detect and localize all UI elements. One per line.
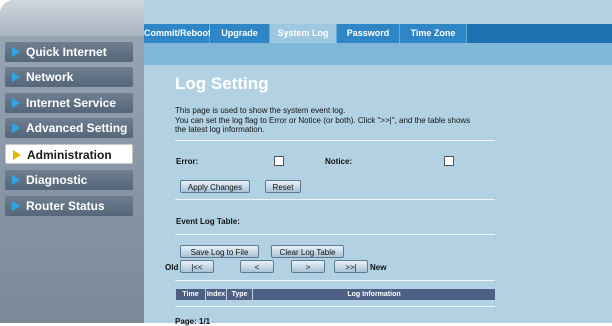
sidebar-item-network[interactable]: Network <box>5 67 133 87</box>
sidebar-item-label: Advanced Setting <box>26 121 128 135</box>
divider <box>175 306 495 307</box>
tab-system-log[interactable]: System Log <box>270 24 337 43</box>
column-header-time: Time <box>176 289 206 300</box>
prev-page-button[interactable]: < <box>240 260 274 273</box>
notice-checkbox[interactable] <box>444 156 454 166</box>
clear-log-button[interactable]: Clear Log Table <box>271 245 344 258</box>
content-area: Log Setting This page is used to show th… <box>144 65 612 326</box>
tab-bar: Commit/Reboot Upgrade System Log Passwor… <box>144 24 612 43</box>
arrow-right-icon <box>13 150 21 160</box>
sidebar: Quick Internet Setup Network Internet Se… <box>0 0 144 323</box>
divider <box>175 199 495 200</box>
first-page-button[interactable]: |<< <box>180 260 214 273</box>
top-bar <box>144 0 612 24</box>
router-admin-window: Quick Internet Setup Network Internet Se… <box>0 0 612 326</box>
error-label: Error: <box>176 157 199 166</box>
column-header-index: Index <box>206 289 227 300</box>
sidebar-item-label: Administration <box>27 148 112 162</box>
tab-commit-reboot[interactable]: Commit/Reboot <box>144 24 211 43</box>
divider <box>175 140 495 141</box>
arrow-right-icon <box>12 201 20 211</box>
event-log-table-label: Event Log Table: <box>176 217 240 226</box>
sidebar-item-quick-internet-setup[interactable]: Quick Internet Setup <box>5 42 133 79</box>
sidebar-item-label: Router Status <box>26 199 105 213</box>
description-line: You can set the log flag to Error or Not… <box>175 115 471 125</box>
sub-bar <box>144 43 612 65</box>
notice-label: Notice: <box>325 157 353 166</box>
next-page-button[interactable]: > <box>291 260 325 273</box>
description-line: the latest log information. <box>175 125 265 134</box>
last-page-button[interactable]: >>| <box>334 260 368 273</box>
divider <box>175 234 495 235</box>
description-line: This page is used to show the system eve… <box>175 106 346 115</box>
arrow-right-icon <box>12 47 20 57</box>
arrow-right-icon <box>12 72 20 82</box>
page-title: Log Setting <box>175 74 269 93</box>
error-checkbox[interactable] <box>274 156 284 166</box>
arrow-right-icon <box>12 98 20 108</box>
tab-time-zone[interactable]: Time Zone <box>400 24 467 43</box>
arrow-right-icon <box>12 175 20 185</box>
sidebar-header <box>0 0 144 36</box>
apply-changes-button[interactable]: Apply Changes <box>180 180 250 193</box>
sidebar-item-label: Internet Service <box>26 96 117 110</box>
sidebar-item-label: Diagnostic <box>26 173 88 187</box>
tab-upgrade[interactable]: Upgrade <box>210 24 270 43</box>
sidebar-item-advanced-setting[interactable]: Advanced Setting <box>5 118 133 138</box>
sidebar-item-administration[interactable]: Administration <box>5 144 133 164</box>
tab-password[interactable]: Password <box>337 24 400 43</box>
column-header-log-information: Log Information <box>347 291 401 298</box>
page-description: This page is used to show the system eve… <box>175 106 505 135</box>
divider <box>175 280 495 281</box>
main-panel: Commit/Reboot Upgrade System Log Passwor… <box>144 0 612 326</box>
sidebar-item-router-status[interactable]: Router Status <box>5 196 133 216</box>
page-indicator: Page: 1/1 <box>175 317 211 326</box>
save-log-button[interactable]: Save Log to File <box>180 245 259 258</box>
column-header-type: Type <box>227 289 253 300</box>
old-label: Old <box>165 263 179 272</box>
log-table-header: Time Index Type Log Information <box>176 289 495 300</box>
sidebar-item-label: Network <box>26 70 74 84</box>
sidebar-item-internet-service[interactable]: Internet Service <box>5 93 133 113</box>
arrow-right-icon <box>12 123 20 133</box>
sidebar-item-diagnostic[interactable]: Diagnostic <box>5 170 133 190</box>
new-label: New <box>370 263 387 272</box>
reset-button[interactable]: Reset <box>265 180 301 193</box>
